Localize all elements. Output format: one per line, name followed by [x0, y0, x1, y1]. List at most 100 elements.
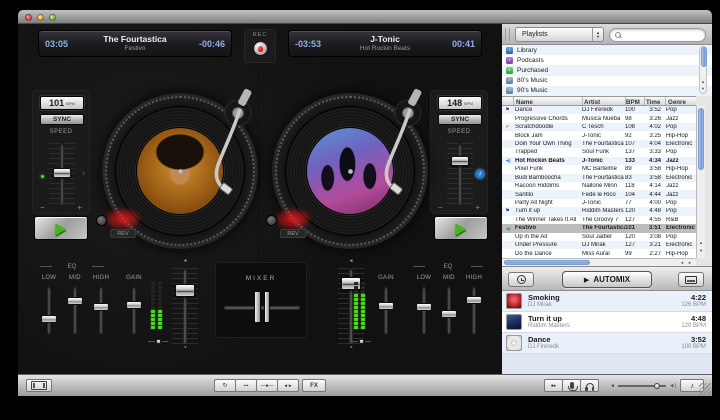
panel-splitter-handle[interactable] [505, 28, 510, 41]
table-vscroll-thumb[interactable] [698, 108, 704, 170]
tonearm-right[interactable] [364, 87, 434, 217]
pitch-slider-button[interactable]: —●— [256, 379, 278, 392]
eq-high-left-knob[interactable] [93, 303, 109, 311]
scroll-up-icon[interactable]: ▲ [697, 240, 705, 245]
scroll-up-icon[interactable]: ▲ [700, 79, 706, 84]
table-row[interactable]: Doin Your Own Thing The Fourtastica 107 … [502, 140, 696, 148]
headphones-button[interactable] [580, 379, 599, 392]
sidebar-item[interactable]: ♪ Purchased [502, 65, 712, 75]
eq-high-left-slider[interactable] [92, 282, 110, 338]
table-horizontal-scrollbar[interactable]: ◄ ► [502, 258, 696, 266]
display-mode-button[interactable] [678, 272, 704, 287]
sidebar-item[interactable]: ♪ 80's Music [502, 76, 712, 86]
queue-row[interactable]: Turn it up Riddim Masters 4:48 120 BPM [502, 312, 712, 333]
queue-row[interactable]: Dance DJ Fireredk 3:52 100 BPM [502, 333, 712, 354]
search-field[interactable] [609, 28, 706, 42]
search-input[interactable] [624, 32, 699, 39]
scroll-down-icon[interactable]: ▼ [697, 248, 705, 253]
cue-points-button[interactable]: ••• [235, 379, 257, 392]
xfader-assign-right[interactable] [351, 338, 371, 344]
gain-left-knob[interactable] [126, 301, 142, 309]
track-table-header[interactable]: Name Artist BPM Time Genre [502, 96, 696, 106]
crossfader-knob[interactable] [254, 291, 270, 323]
table-row[interactable]: Do the Dance Miss Aural 99 2:27 Hip-Hop [502, 249, 696, 257]
deck-left-speed-knob[interactable] [53, 168, 71, 178]
eq-high-right-knob[interactable] [466, 296, 482, 304]
table-row[interactable]: Up in the Air Soul Jadler 120 3:08 Pop [502, 233, 696, 241]
zoom-button[interactable] [49, 14, 56, 21]
table-row[interactable]: The Winner Takes It All The Groovy 7 127… [502, 216, 696, 224]
minimize-button[interactable] [37, 14, 44, 21]
deck-right-sync-button[interactable]: SYNC [438, 114, 482, 125]
fx-button[interactable]: FX [302, 379, 326, 392]
sidebar-scrollbar-thumb[interactable] [701, 47, 707, 67]
tonearm-left[interactable] [194, 87, 264, 217]
eq-low-right-slider[interactable] [415, 282, 433, 338]
header-genre[interactable]: Genre [668, 99, 686, 106]
titlebar[interactable] [18, 10, 712, 24]
close-button[interactable] [25, 14, 32, 21]
deck-left-rev-button[interactable]: REV [110, 229, 136, 238]
pitch-knob-right[interactable] [266, 215, 277, 226]
table-hscroll-thumb[interactable] [504, 260, 590, 265]
deck-right-speed-minus[interactable]: − [438, 203, 443, 212]
loop-button[interactable]: ↻ [214, 379, 236, 392]
table-row[interactable]: Trapped Soul Funk 137 3:33 Pop [502, 148, 696, 156]
sidebar-scrollbar[interactable]: ▲ ▼ [699, 46, 707, 94]
channel-fader-left-track[interactable] [183, 268, 187, 344]
pitch-knob-left[interactable] [96, 215, 107, 226]
sidebar-item[interactable]: ♪ 90's Music [502, 86, 712, 96]
microphone-button[interactable] [562, 379, 581, 392]
table-vertical-scrollbar[interactable]: ▲ ▼ [696, 106, 705, 258]
eq-low-right-knob[interactable] [416, 303, 432, 311]
record-button[interactable] [253, 41, 268, 56]
transition-button[interactable]: ◄► [277, 379, 299, 392]
channel-fader-left-knob[interactable] [175, 284, 195, 297]
volume-knob[interactable] [654, 383, 660, 389]
table-row[interactable]: ◄) Hot Rockin Beats J-Tonic 133 4:34 Jaz… [502, 157, 696, 165]
deck-left-speed-minus[interactable]: − [40, 203, 45, 212]
header-name[interactable]: Name [516, 99, 533, 106]
deck-left-sync-button[interactable]: SYNC [40, 114, 84, 125]
transition-time-button[interactable] [508, 272, 534, 287]
table-row[interactable]: Party All Night J-Tonic 77 4:00 Pop [502, 199, 696, 207]
gain-left-slider[interactable] [125, 282, 143, 338]
deck-right-speed-plus[interactable]: + [475, 203, 480, 212]
header-bpm[interactable]: BPM [626, 99, 640, 106]
automix-button[interactable]: ▶ AUTOMIX [562, 271, 652, 288]
eq-high-right-slider[interactable] [465, 282, 483, 338]
eq-low-left-knob[interactable] [41, 315, 57, 323]
deck-right-speed-knob[interactable] [451, 156, 469, 166]
table-row[interactable]: Racoon Riddims Nallorie Minn 118 4:14 Ja… [502, 182, 696, 190]
scroll-right-icon[interactable]: ► [688, 260, 692, 265]
header-artist[interactable]: Artist [584, 99, 600, 106]
header-time[interactable]: Time [646, 99, 660, 106]
table-row[interactable]: Under Pressure DJ Mirak 127 3:21 Electro… [502, 241, 696, 249]
fullscreen-button[interactable] [26, 379, 52, 392]
deck-right-rev-button[interactable]: REV [280, 229, 306, 238]
table-row[interactable]: ⚑ Dance DJ Fireredk 100 3:52 Pop [502, 106, 696, 114]
sidebar-item[interactable]: ♪ Podcasts [502, 55, 712, 65]
table-row[interactable]: Block Jam J-Tonic 92 3:25 Hip-Hop [502, 131, 696, 139]
deck-right-speed-slider[interactable] [458, 143, 462, 205]
table-row[interactable]: Budi Bamboocha The Fourtastica 83 3:58 E… [502, 174, 696, 182]
gain-right-knob[interactable] [378, 302, 394, 310]
sidebar-item[interactable]: ♪ Library [502, 45, 712, 55]
scroll-left-icon[interactable]: ◄ [680, 260, 684, 265]
queue-row[interactable]: Smoking DJ Mirak 4:22 126 BPM [502, 291, 712, 312]
gain-right-slider[interactable] [377, 282, 395, 338]
eq-low-left-slider[interactable] [40, 282, 58, 338]
scroll-down-icon[interactable]: ▼ [700, 86, 706, 91]
table-row[interactable]: ✓ Scratchdoodle C Tesch 108 4:02 Pop [502, 123, 696, 131]
resize-grip[interactable] [699, 383, 711, 395]
eq-mid-left-knob[interactable] [67, 297, 83, 305]
table-row[interactable]: ◄) Festivo The Fourtastica 101 3:51 Elec… [502, 224, 696, 232]
deck-left-speed-plus[interactable]: + [77, 203, 82, 212]
deck-left-play-button[interactable]: ▶ [34, 216, 88, 240]
record-output-button[interactable]: ●▸ [544, 379, 563, 392]
xfader-assign-left[interactable] [148, 338, 168, 344]
table-row[interactable]: ⚑ Turn it up Riddim Masters 120 4:48 Pop [502, 207, 696, 215]
deck-right-play-button[interactable]: ▶ [434, 216, 488, 240]
source-dropdown[interactable]: Playlists ▲▼ [515, 27, 604, 42]
table-row[interactable]: Santilo Fede le Rico 104 4:44 Jazz [502, 190, 696, 198]
